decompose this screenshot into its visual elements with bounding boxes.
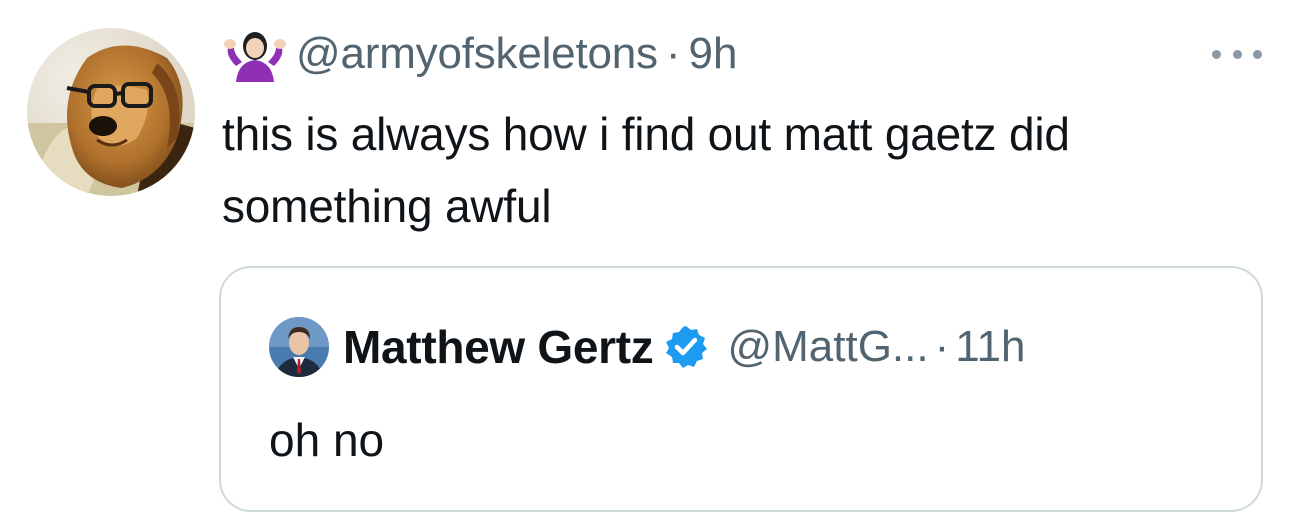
tweet-text: this is always how i find out matt gaetz… — [222, 108, 1070, 232]
quoted-display-name[interactable]: Matthew Gertz — [343, 320, 654, 374]
more-dot — [1212, 49, 1221, 59]
tweet-timestamp[interactable]: 9h — [688, 29, 737, 79]
quoted-tweet-text: oh no — [269, 414, 385, 466]
quoted-handle[interactable]: @MattG... — [727, 322, 928, 372]
quoted-header-separator: · — [934, 322, 950, 371]
more-dot — [1232, 49, 1242, 59]
quoted-timestamp[interactable]: 11h — [955, 322, 1025, 372]
more-options-icon[interactable] — [1212, 40, 1262, 68]
tweet[interactable]: @armyofskeletons · 9h this is always how… — [0, 0, 1290, 517]
author-handle[interactable]: @armyofskeletons — [296, 29, 658, 79]
header-separator: · — [665, 29, 681, 78]
quoted-tweet-header: Matthew Gertz @MattG... · 11h — [269, 316, 1025, 378]
more-dot — [1253, 49, 1262, 59]
tweet-header: @armyofskeletons · 9h — [222, 26, 737, 82]
author-avatar[interactable] — [27, 28, 195, 196]
person-shrugging-emoji-icon — [222, 26, 288, 82]
quoted-tweet[interactable]: Matthew Gertz @MattG... · 11h oh no — [219, 266, 1263, 512]
quoted-author-avatar[interactable] — [269, 317, 329, 377]
verified-badge-icon — [663, 324, 709, 370]
